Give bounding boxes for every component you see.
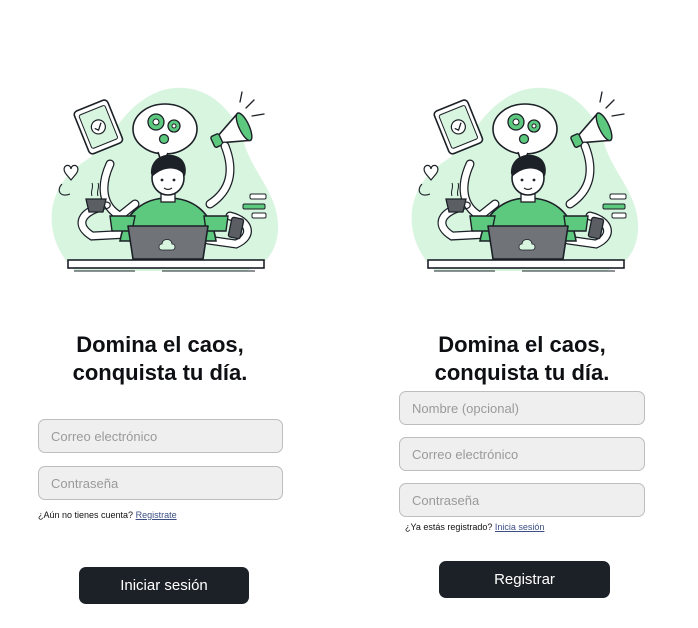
password-input[interactable] xyxy=(38,466,283,500)
password-input[interactable] xyxy=(399,483,645,517)
multitasking-illustration xyxy=(40,66,280,276)
login-link[interactable]: Inicia sesión xyxy=(495,522,545,532)
register-headline: Domina el caos, conquista tu día. xyxy=(353,331,691,387)
login-button[interactable]: Iniciar sesión xyxy=(79,567,249,604)
name-input[interactable] xyxy=(399,391,645,425)
multitasking-illustration xyxy=(400,66,640,276)
login-headline: Domina el caos, conquista tu día. xyxy=(0,331,330,387)
headline-line-2: conquista tu día. xyxy=(434,359,610,385)
login-prompt-text: ¿Ya estás registrado? xyxy=(405,522,493,532)
login-prompt: ¿Ya estás registrado? Inicia sesión xyxy=(405,522,544,532)
email-input[interactable] xyxy=(399,437,645,471)
register-screen: Domina el caos, conquista tu día. ¿Ya es… xyxy=(360,0,698,628)
headline-line-1: Domina el caos, xyxy=(76,331,244,357)
headline-line-1: Domina el caos, xyxy=(438,331,606,357)
signup-prompt-text: ¿Aún no tienes cuenta? xyxy=(38,510,134,520)
register-button[interactable]: Registrar xyxy=(439,561,610,598)
register-link[interactable]: Registrate xyxy=(136,510,177,520)
headline-line-2: conquista tu día. xyxy=(72,359,248,385)
signup-prompt: ¿Aún no tienes cuenta? Registrate xyxy=(38,510,177,520)
login-screen: Domina el caos, conquista tu día. ¿Aún n… xyxy=(0,0,340,628)
email-input[interactable] xyxy=(38,419,283,453)
